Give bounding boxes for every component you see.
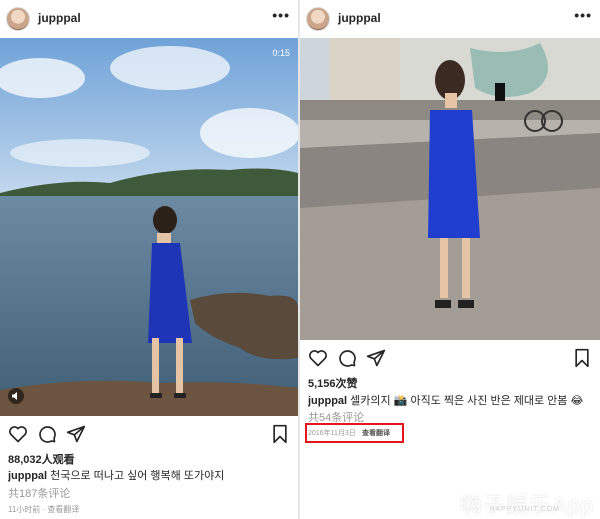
post-left: jupppal ••• 0:15 88,032人观看 jupppal 천국으로 …	[0, 0, 298, 519]
post-video[interactable]: 0:15	[0, 38, 298, 416]
heart-icon[interactable]	[8, 424, 28, 444]
view-count: 88,032人观看	[8, 454, 75, 466]
caption-text: 셀카의지 📸 아직도 찍은 사진 반은 제대로 안봄 😂	[350, 395, 584, 407]
caption-username[interactable]: jupppal	[8, 470, 47, 482]
post-actions	[308, 348, 592, 370]
post-header: jupppal •••	[0, 0, 298, 38]
beach-photo	[0, 38, 298, 416]
avatar[interactable]	[306, 7, 330, 31]
comment-icon[interactable]	[337, 348, 357, 368]
view-comments-link[interactable]: 共187条评论	[8, 485, 292, 501]
watermark: 嗨子娱乐App	[459, 493, 594, 518]
avatar[interactable]	[6, 7, 30, 31]
bookmark-icon[interactable]	[572, 348, 592, 368]
comment-icon[interactable]	[37, 424, 57, 444]
heart-icon[interactable]	[308, 348, 328, 368]
watermark-sub: HAPPYUNIT.COM	[489, 506, 560, 513]
sound-icon[interactable]	[8, 388, 24, 404]
caption-username[interactable]: jupppal	[308, 395, 347, 407]
share-icon[interactable]	[366, 348, 386, 368]
post-header: jupppal •••	[300, 0, 600, 38]
username[interactable]: jupppal	[338, 11, 381, 25]
share-icon[interactable]	[66, 424, 86, 444]
caption-text: 천국으로 떠나고 싶어 행복해 또가야지	[50, 470, 225, 482]
highlight-box	[305, 423, 404, 443]
bookmark-icon[interactable]	[270, 424, 290, 444]
like-count[interactable]: 5,156次赞	[308, 375, 594, 391]
more-icon[interactable]: •••	[574, 7, 592, 23]
post-photo[interactable]	[300, 38, 600, 340]
more-icon[interactable]: •••	[272, 7, 290, 23]
video-timer: 0:15	[272, 48, 290, 58]
street-photo	[300, 38, 600, 340]
caption: jupppal 셀카의지 📸 아직도 찍은 사진 반은 제대로 안봄 😂	[308, 392, 594, 408]
username[interactable]: jupppal	[38, 11, 81, 25]
post-meta: 11小时前 · 查看翻译	[8, 505, 80, 514]
caption: jupppal 천국으로 떠나고 싶어 행복해 또가야지	[8, 467, 292, 483]
post-actions	[8, 424, 290, 446]
